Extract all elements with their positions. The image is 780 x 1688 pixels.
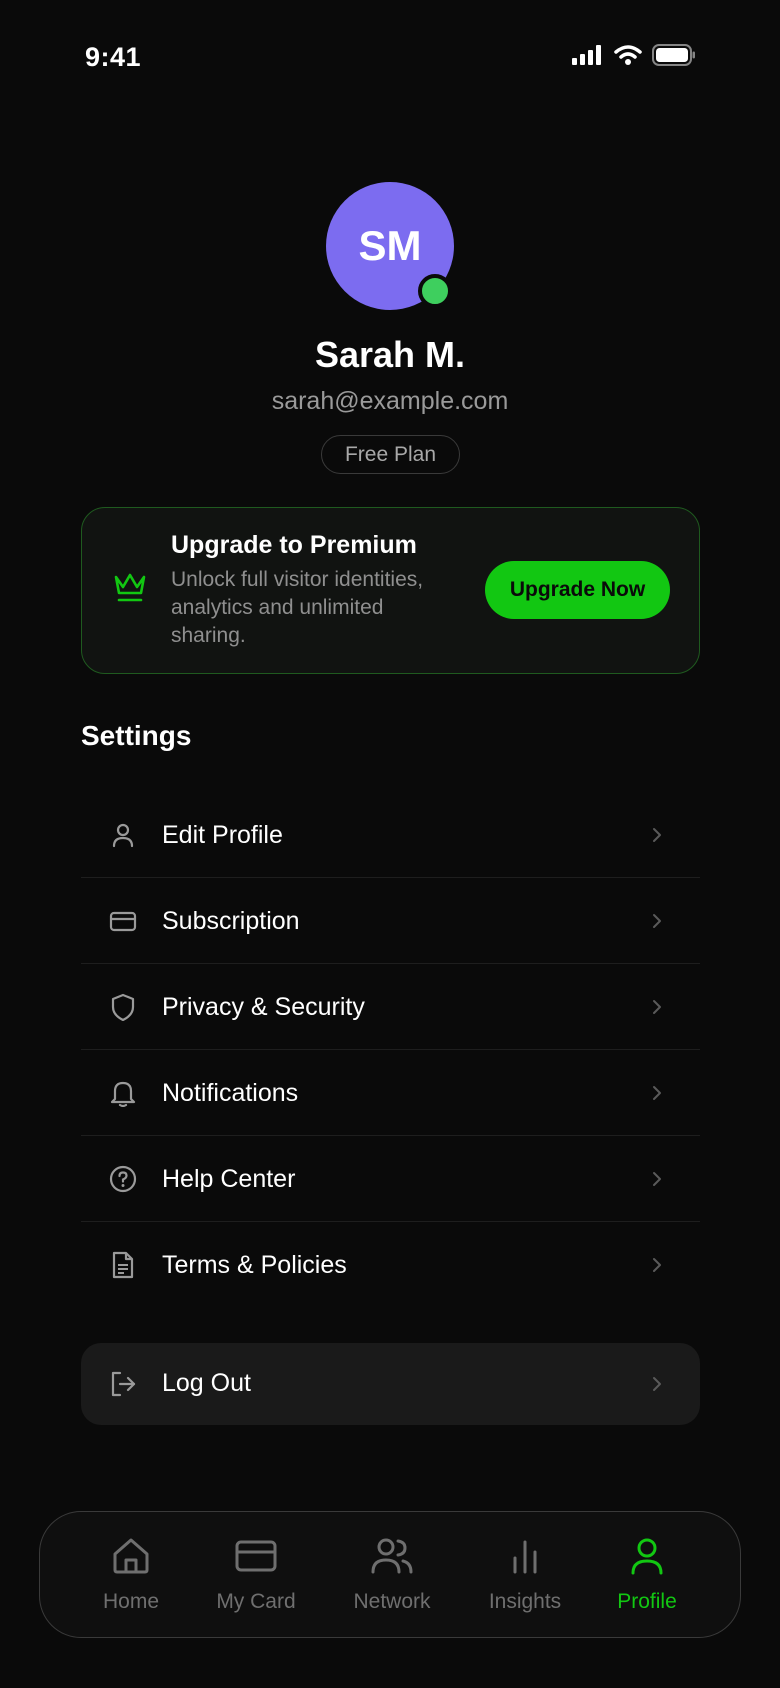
document-icon <box>112 1251 134 1279</box>
logout-button[interactable]: Log Out <box>81 1343 700 1425</box>
tab-insights[interactable]: Insights <box>465 1512 585 1637</box>
chevron-right-icon <box>653 1258 661 1272</box>
premium-title: Upgrade to Premium <box>171 531 417 559</box>
premium-description: Unlock full visitor identities, analytic… <box>171 568 424 647</box>
card-icon <box>235 1540 277 1572</box>
help-circle-icon <box>109 1165 137 1193</box>
credit-card-icon <box>109 911 137 932</box>
users-icon <box>371 1538 413 1574</box>
tab-label: Network <box>353 1590 431 1613</box>
chevron-right-icon <box>653 828 661 842</box>
settings-item-edit-profile[interactable]: Edit Profile <box>81 792 700 878</box>
profile-screen: 9:41 SM Sarah M. sarah@example.com Free … <box>0 0 780 1688</box>
logout-icon <box>111 1371 136 1397</box>
cellular-signal-icon <box>572 45 601 65</box>
settings-item-subscription[interactable]: Subscription <box>81 878 700 964</box>
settings-item-label: Notifications <box>162 1079 299 1107</box>
home-icon <box>113 1538 149 1574</box>
settings-item-label: Edit Profile <box>162 821 283 849</box>
tab-label: Profile <box>617 1590 677 1613</box>
chevron-right-icon <box>653 1086 661 1100</box>
user-icon <box>631 1538 663 1575</box>
settings-item-notifications[interactable]: Notifications <box>81 1050 700 1136</box>
wifi-icon <box>614 45 642 65</box>
shield-icon <box>111 993 135 1021</box>
chevron-right-icon <box>653 914 661 928</box>
avatar-initials: SM <box>358 222 422 269</box>
upgrade-now-button[interactable]: Upgrade Now <box>485 561 670 619</box>
plan-badge: Free Plan <box>321 435 460 474</box>
tab-network[interactable]: Network <box>332 1512 452 1637</box>
settings-item-terms-policies[interactable]: Terms & Policies <box>81 1222 700 1308</box>
tab-home[interactable]: Home <box>71 1512 191 1637</box>
premium-upgrade-card: Upgrade to Premium Unlock full visitor i… <box>81 507 700 674</box>
bottom-tab-bar: Home My Card Network Insights Profile <box>39 1511 741 1638</box>
settings-item-label: Terms & Policies <box>162 1251 347 1279</box>
settings-item-label: Subscription <box>162 907 300 935</box>
battery-icon <box>652 44 695 66</box>
status-icons <box>572 44 696 66</box>
logout-label: Log Out <box>162 1369 251 1397</box>
chevron-right-icon <box>653 1172 661 1186</box>
settings-item-help-center[interactable]: Help Center <box>81 1136 700 1222</box>
settings-item-label: Help Center <box>162 1165 296 1193</box>
tab-label: Insights <box>488 1590 562 1613</box>
online-status-indicator <box>418 274 452 308</box>
bell-icon <box>110 1081 136 1107</box>
settings-list: Edit Profile Subscription Privacy & Secu… <box>81 792 700 1308</box>
settings-item-privacy-security[interactable]: Privacy & Security <box>81 964 700 1050</box>
tab-label: Home <box>102 1590 160 1613</box>
chevron-right-icon <box>653 1377 661 1391</box>
status-bar: 9:41 <box>0 0 780 110</box>
settings-item-label: Privacy & Security <box>162 993 365 1021</box>
bar-chart-icon <box>513 1540 537 1574</box>
tab-label: My Card <box>216 1590 296 1613</box>
chevron-right-icon <box>653 1000 661 1014</box>
user-icon <box>112 823 134 848</box>
profile-name: Sarah M. <box>314 334 466 375</box>
settings-heading: Settings <box>81 720 192 751</box>
tab-profile[interactable]: Profile <box>587 1512 707 1637</box>
tab-my-card[interactable]: My Card <box>196 1512 316 1637</box>
crown-icon <box>114 573 146 602</box>
profile-email: sarah@example.com <box>271 387 509 415</box>
status-time: 9:41 <box>85 42 142 72</box>
